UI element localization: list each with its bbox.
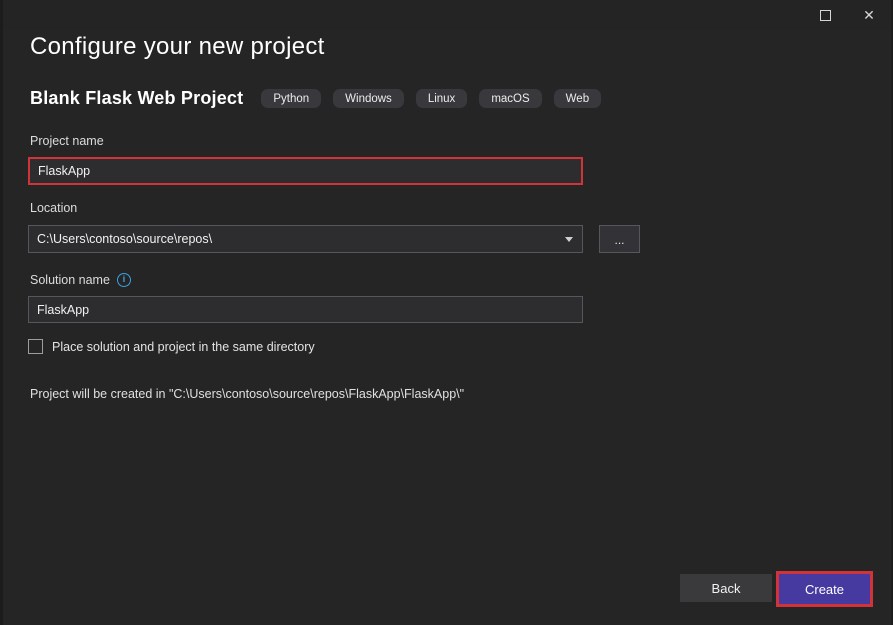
tag-macos: macOS (479, 89, 541, 108)
create-button-highlight: Create (776, 571, 873, 607)
solution-name-field-wrap (28, 296, 583, 323)
same-directory-checkbox[interactable] (28, 339, 43, 354)
template-row: Blank Flask Web Project Python Windows L… (30, 88, 613, 109)
create-button[interactable]: Create (779, 574, 870, 604)
project-name-label: Project name (30, 134, 104, 148)
solution-name-input[interactable] (28, 296, 583, 323)
back-button[interactable]: Back (680, 574, 772, 602)
project-name-input[interactable] (28, 157, 583, 185)
template-name: Blank Flask Web Project (30, 88, 243, 109)
location-combobox[interactable] (28, 225, 583, 253)
project-path-note: Project will be created in "C:\Users\con… (30, 387, 464, 401)
same-directory-label: Place solution and project in the same d… (52, 340, 315, 354)
location-label: Location (30, 201, 77, 215)
tag-linux: Linux (416, 89, 468, 108)
close-icon: ✕ (863, 8, 875, 22)
info-icon[interactable]: i (117, 273, 131, 287)
maximize-button[interactable] (803, 0, 847, 30)
same-directory-row: Place solution and project in the same d… (28, 339, 315, 354)
close-button[interactable]: ✕ (847, 0, 891, 30)
tag-python: Python (261, 89, 321, 108)
solution-name-label: Solution name i (30, 273, 131, 287)
page-title: Configure your new project (30, 33, 325, 61)
configure-project-dialog: { "window": { "icons": { "close": "✕" } … (0, 0, 893, 625)
tag-web: Web (554, 89, 601, 108)
location-input[interactable] (28, 225, 583, 253)
title-bar: ✕ (3, 0, 891, 30)
tag-windows: Windows (333, 89, 404, 108)
maximize-icon (820, 10, 831, 21)
project-name-field-wrap (28, 157, 583, 185)
solution-name-label-text: Solution name (30, 273, 110, 287)
browse-location-button[interactable]: ... (599, 225, 640, 253)
